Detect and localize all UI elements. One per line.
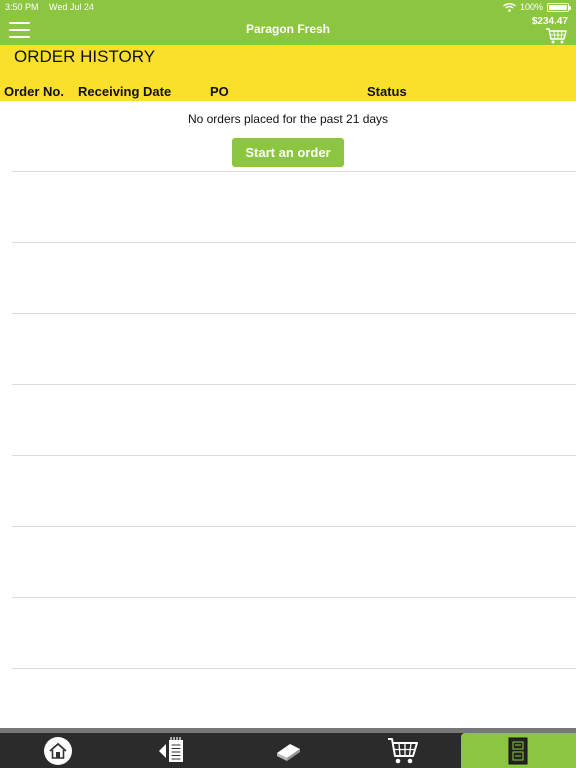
row-divider: [12, 171, 576, 172]
top-bar: 3:50 PM Wed Jul 24 100% Paragon Fresh $2…: [0, 0, 576, 45]
start-order-button[interactable]: Start an order: [232, 138, 344, 167]
status-indicators: 100%: [503, 2, 571, 12]
tab-catalog[interactable]: [230, 733, 345, 768]
status-time: 3:50 PM: [5, 2, 39, 12]
tab-order-history[interactable]: [460, 733, 576, 768]
tab-cart[interactable]: [346, 733, 461, 768]
row-divider: [12, 242, 576, 243]
battery-percent: 100%: [519, 2, 543, 12]
app-title: Paragon Fresh: [245, 22, 331, 36]
row-divider: [12, 384, 576, 385]
tab-home[interactable]: [0, 733, 115, 768]
bottom-tab-bar: [0, 733, 576, 768]
catalog-book-icon: [277, 743, 300, 761]
row-divider: [12, 313, 576, 314]
cart-total[interactable]: $234.47: [532, 16, 568, 27]
battery-icon: [547, 2, 571, 12]
column-header-order-no: Order No.: [4, 84, 64, 99]
status-date: Wed Jul 24: [49, 2, 94, 12]
home-icon: [43, 736, 72, 765]
column-header-status: Status: [367, 84, 407, 99]
tab-order-list[interactable]: [115, 733, 230, 768]
wifi-icon: [503, 2, 516, 12]
row-divider: [12, 455, 576, 456]
cart-icon[interactable]: [545, 28, 567, 44]
cart-icon: [388, 737, 419, 763]
row-divider: [12, 668, 576, 669]
empty-state-message: No orders placed for the past 21 days: [187, 112, 389, 126]
row-divider: [12, 526, 576, 527]
row-divider: [12, 597, 576, 598]
order-history-icon: [508, 737, 528, 764]
page-title: ORDER HISTORY: [14, 47, 156, 66]
column-header-receiving-date: Receiving Date: [78, 84, 172, 99]
order-list-icon: [158, 736, 183, 762]
column-header-po: PO: [210, 84, 229, 99]
order-history-header: ORDER HISTORY Order No. Receiving Date P…: [0, 45, 576, 101]
